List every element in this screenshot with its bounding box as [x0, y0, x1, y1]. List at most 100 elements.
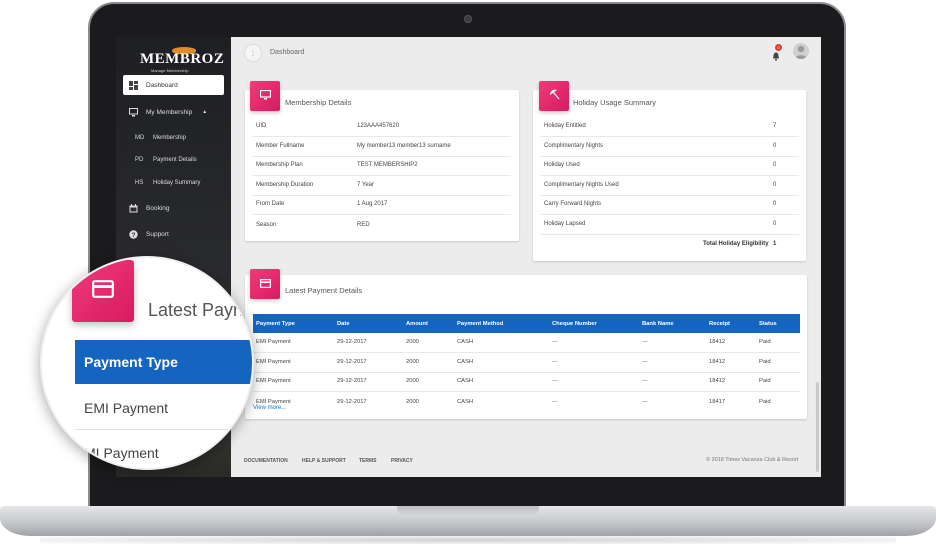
table-cell: 2000 — [406, 378, 419, 385]
dashboard-icon — [129, 80, 138, 90]
sidebar-subitem-abbr: HS — [135, 180, 144, 186]
magnifier-callout: Latest Payn Payment Type EMI Payment MI … — [40, 256, 254, 470]
sidebar-subitem-holiday-summary[interactable]: HS Holiday Summary — [135, 180, 200, 186]
column-header[interactable]: Payment Method — [457, 314, 503, 333]
detail-value: 7 Year — [357, 182, 375, 189]
summary-value: 7 — [773, 123, 777, 130]
total-value: 1 — [773, 241, 777, 247]
scrollbar[interactable] — [816, 382, 819, 472]
calendar-icon — [129, 203, 138, 213]
detail-label: From Date — [256, 201, 285, 208]
monitor-icon — [259, 87, 271, 105]
table-cell: --- — [552, 398, 558, 405]
card-badge — [250, 81, 280, 111]
magnified-row: EMI Payment — [75, 386, 252, 430]
sidebar-item-booking[interactable]: Booking — [123, 198, 224, 218]
detail-label: UID — [256, 123, 267, 130]
monitor-icon — [129, 107, 138, 117]
magnified-row: MI Payment — [84, 445, 159, 461]
table-cell: CASH — [457, 359, 474, 366]
sidebar-item-support[interactable]: ? Support — [123, 224, 224, 244]
table-cell: 29-12-2017 — [337, 398, 367, 405]
sidebar-subitem-membership[interactable]: MD Membership — [135, 135, 186, 141]
sidebar-item-label: Support — [146, 230, 169, 238]
laptop-notch — [397, 506, 539, 517]
total-label: Total Holiday Eligibility — [703, 241, 769, 247]
summary-row: Holiday Lapsed 0 — [541, 215, 799, 235]
table-cell: 29-12-2017 — [337, 359, 367, 366]
column-header[interactable]: Amount — [406, 314, 428, 333]
view-more-link[interactable]: View more... — [253, 405, 286, 411]
svg-text:?: ? — [132, 232, 136, 239]
summary-label: Complimentary Nights — [544, 143, 604, 150]
column-header[interactable]: Status — [759, 314, 777, 333]
detail-value: 123AAA457620 — [357, 123, 400, 130]
table-row: EMI Payment 29-12-2017 2000 CASH --- ---… — [253, 392, 800, 412]
column-header[interactable]: Cheque Number — [552, 314, 597, 333]
summary-value: 0 — [773, 162, 777, 169]
table-cell: CASH — [457, 398, 474, 405]
sidebar-subitem-label: Payment Details — [153, 157, 197, 163]
sidebar-subitem-abbr: PD — [135, 157, 144, 163]
summary-label: Complimentary Nights Used — [544, 182, 619, 189]
detail-row: Season RED — [253, 215, 511, 235]
table-cell: EMI Payment — [256, 359, 291, 366]
footer-link-help-support[interactable]: HELP & SUPPORT — [302, 458, 346, 464]
menu-toggle-button[interactable]: ⋮ — [244, 44, 262, 62]
table-cell: Paid — [759, 339, 771, 346]
summary-row: Holiday Used 0 — [541, 156, 799, 176]
table-cell: 29-12-2017 — [337, 378, 367, 385]
table-cell: 2000 — [406, 398, 419, 405]
detail-label: Membership Plan — [256, 162, 303, 169]
summary-row: Complimentary Nights Used 0 — [541, 176, 799, 196]
sidebar-item-label: Booking — [146, 204, 170, 212]
card-title: Latest Payment Details — [285, 286, 363, 295]
membership-details-card: Membership Details UID 123AAA457620 Membe… — [245, 81, 519, 241]
sidebar-subitem-label: Membership — [153, 135, 187, 141]
avatar[interactable] — [793, 43, 809, 59]
column-header[interactable]: Payment Type — [256, 314, 295, 333]
table-cell: --- — [552, 339, 558, 346]
table-cell: 18412 — [709, 378, 726, 385]
detail-row: Member Fullname My member13 member13 surn… — [253, 137, 511, 157]
logo[interactable]: MEMBROZ Manage Membership — [140, 45, 224, 73]
sidebar-item-my-membership[interactable]: My Membership ▲ — [123, 102, 224, 122]
table-cell: Paid — [759, 378, 771, 385]
caret-up-icon: ▲ — [202, 109, 208, 115]
detail-row: Membership Duration 7 Year — [253, 176, 511, 196]
laptop-shadow — [40, 536, 896, 544]
summary-label: Holiday Entitled — [544, 123, 586, 130]
column-header[interactable]: Date — [337, 314, 350, 333]
magnified-title: Latest Payn — [148, 300, 244, 320]
card-title: Holiday Usage Summary — [573, 98, 656, 107]
sidebar-item-dashboard[interactable]: Dashboard — [123, 75, 224, 95]
column-header[interactable]: Bank Name — [642, 314, 674, 333]
table-cell: --- — [552, 359, 558, 366]
footer-link-terms[interactable]: TERMS — [359, 458, 377, 464]
detail-value: 1 Aug 2017 — [357, 201, 388, 208]
holiday-summary-card: Holiday Usage Summary Holiday Entitled 7 … — [533, 81, 806, 261]
table-cell: EMI Payment — [256, 378, 291, 385]
table-cell: EMI Payment — [256, 339, 291, 346]
table-cell: CASH — [457, 378, 474, 385]
sidebar-item-label: Dashboard — [146, 81, 178, 89]
detail-value: RED — [357, 221, 370, 228]
summary-value: 0 — [773, 201, 777, 208]
table-cell: Paid — [759, 359, 771, 366]
sidebar-subitem-label: Holiday Summary — [153, 180, 201, 186]
table-cell: Paid — [759, 398, 771, 405]
table-header: Payment Type Date Amount Payment Method … — [253, 314, 800, 333]
summary-label: Carry Forward Nights — [544, 201, 602, 208]
beach-umbrella-icon — [549, 87, 560, 105]
footer-link-privacy[interactable]: PRIVACY — [391, 458, 413, 464]
detail-row: From Date 1 Aug 2017 — [253, 195, 511, 215]
credit-card-icon — [92, 279, 114, 303]
table-cell: 29-12-2017 — [337, 339, 367, 346]
column-header[interactable]: Receipt — [709, 314, 730, 333]
table-row: EMI Payment 29-12-2017 2000 CASH --- ---… — [253, 333, 800, 353]
detail-label: Season — [256, 221, 277, 228]
summary-label: Holiday Lapsed — [544, 221, 586, 228]
sidebar-subitem-payment-details[interactable]: PD Payment Details — [135, 157, 197, 163]
table-cell: --- — [552, 378, 558, 385]
summary-value: 0 — [773, 143, 777, 150]
